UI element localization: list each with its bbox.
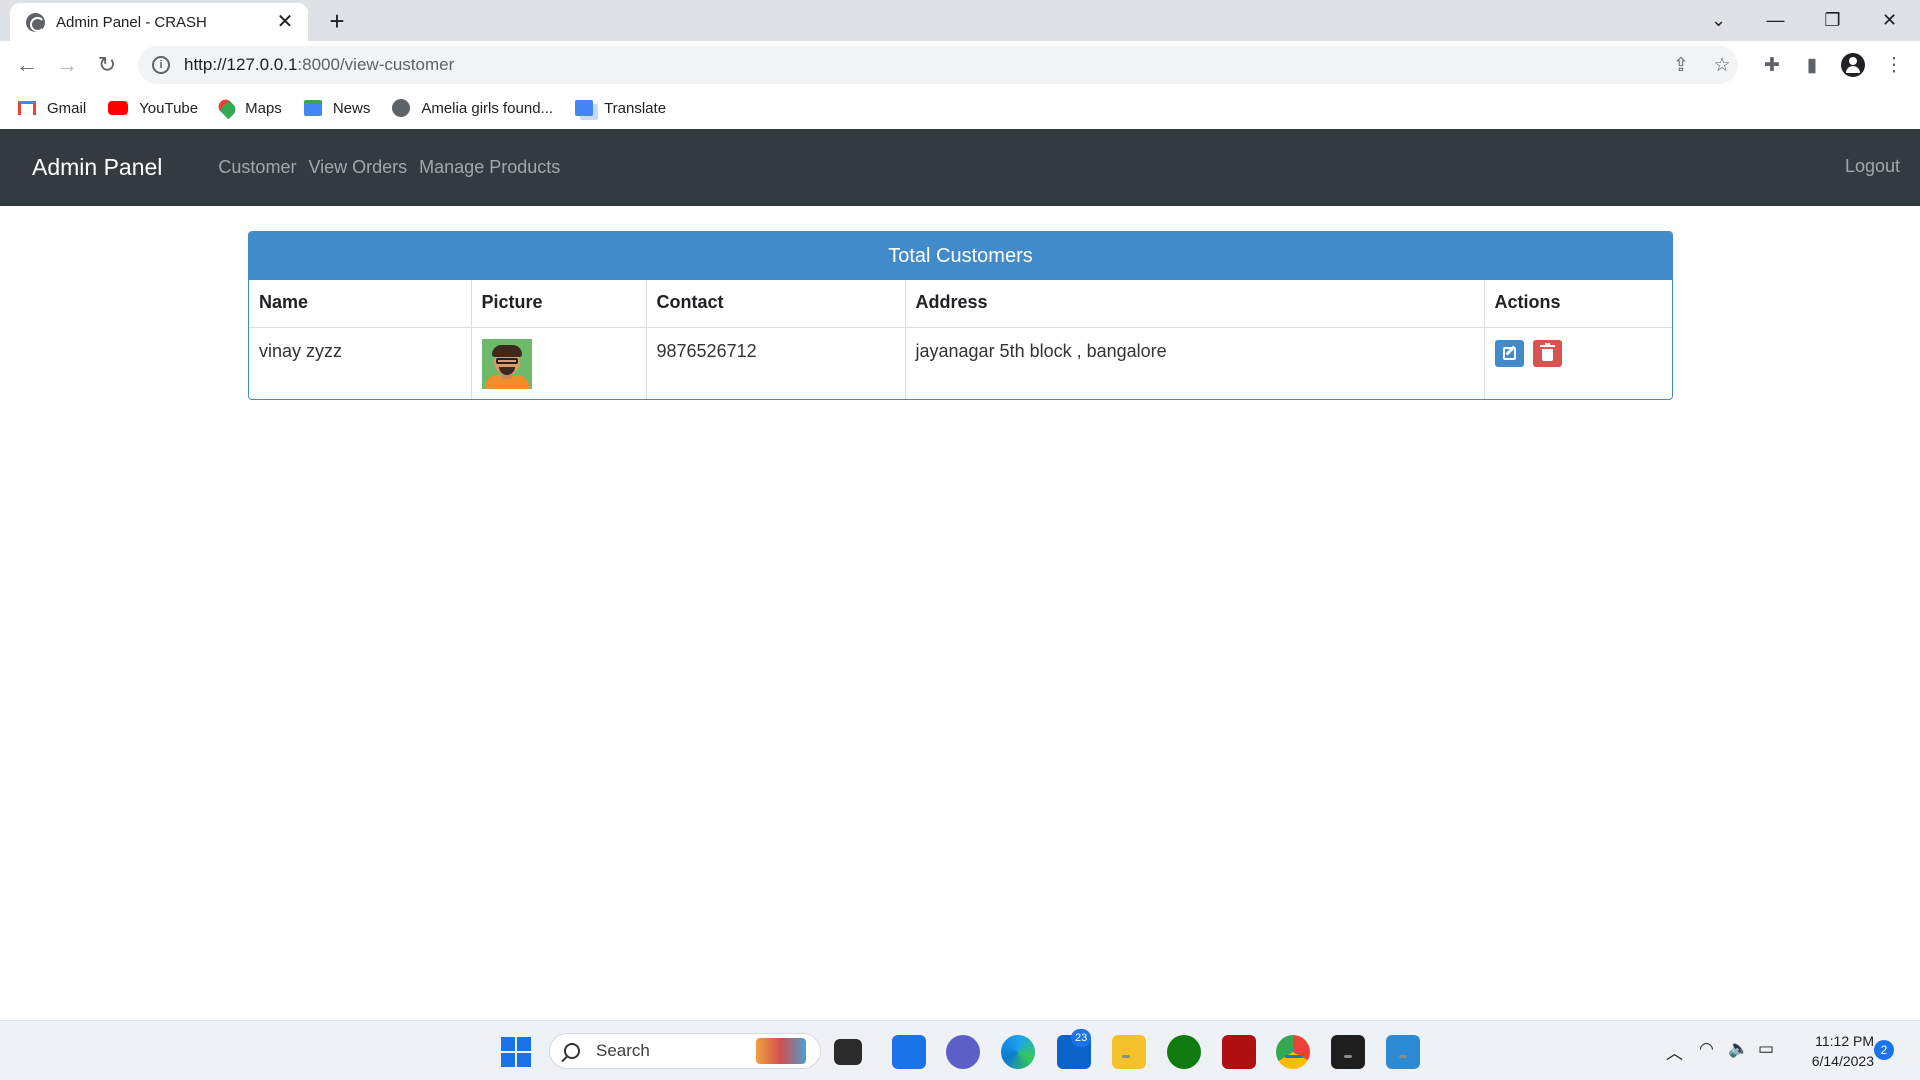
windows-taskbar: Search 23 ︿ ◠ 🔈 ▭ 11:12 PM 6/14/2023 2 bbox=[0, 1020, 1920, 1080]
customer-contact: 9876526712 bbox=[646, 327, 906, 399]
customers-card: Total Customers Name Picture Contact Add… bbox=[248, 231, 1673, 400]
translate-icon bbox=[575, 100, 594, 116]
tray-chevron-up-icon[interactable]: ︿ bbox=[1666, 1039, 1683, 1064]
search-icon bbox=[564, 1043, 580, 1059]
edit-icon bbox=[1502, 346, 1516, 360]
customer-avatar bbox=[481, 338, 532, 389]
minimize-button[interactable]: — bbox=[1747, 0, 1804, 40]
address-bar[interactable]: i http://127.0.0.1:8000/view-customer bbox=[138, 46, 1738, 84]
profile-avatar-icon[interactable] bbox=[1837, 49, 1869, 81]
customer-actions-cell bbox=[1484, 327, 1672, 399]
column-header-contact: Contact bbox=[646, 280, 906, 328]
column-header-address: Address bbox=[905, 280, 1485, 328]
reload-icon[interactable]: ↻ bbox=[91, 49, 123, 81]
clock-date: 6/14/2023 bbox=[1811, 1053, 1874, 1069]
bookmark-amelia[interactable]: Amelia girls found... bbox=[392, 99, 553, 117]
browser-tab-strip: Admin Panel - CRASH ✕ + ⌄ — ❐ ✕ bbox=[0, 0, 1920, 41]
card-title: Total Customers bbox=[249, 232, 1672, 280]
globe-icon bbox=[392, 99, 411, 117]
bookmark-gmail[interactable]: Gmail bbox=[18, 100, 86, 117]
clock-time: 11:12 PM bbox=[1815, 1033, 1874, 1049]
photos-running-indicator bbox=[1399, 1055, 1407, 1058]
delete-customer-button[interactable] bbox=[1532, 339, 1562, 367]
widgets-icon[interactable] bbox=[892, 1035, 926, 1069]
logout-link[interactable]: Logout bbox=[1845, 156, 1900, 177]
customer-name: vinay zyzz bbox=[249, 327, 472, 399]
file-explorer-icon[interactable] bbox=[1112, 1035, 1146, 1069]
bookmarks-bar: Gmail YouTube Maps News Amelia girls fou… bbox=[0, 90, 1920, 126]
tab-title: Admin Panel - CRASH bbox=[56, 13, 207, 31]
bookmark-youtube[interactable]: YouTube bbox=[108, 100, 198, 117]
admin-navbar: Admin Panel Customer View Orders Manage … bbox=[0, 129, 1920, 206]
column-header-actions: Actions bbox=[1484, 280, 1672, 328]
chrome-active-indicator bbox=[1285, 1055, 1303, 1058]
windows-start-icon[interactable] bbox=[501, 1037, 531, 1067]
edit-customer-button[interactable] bbox=[1494, 339, 1524, 367]
news-icon bbox=[303, 100, 322, 116]
column-header-picture: Picture bbox=[471, 280, 647, 328]
search-highlight-icon bbox=[756, 1038, 806, 1064]
site-info-icon[interactable]: i bbox=[152, 56, 170, 74]
xbox-icon[interactable] bbox=[1167, 1035, 1201, 1069]
trash-icon bbox=[1539, 342, 1555, 361]
notification-badge[interactable]: 2 bbox=[1874, 1040, 1894, 1060]
terminal-icon[interactable] bbox=[1331, 1035, 1365, 1069]
extensions-puzzle-icon[interactable]: ✚ bbox=[1756, 49, 1788, 81]
bookmark-star-icon[interactable]: ☆ bbox=[1706, 49, 1738, 81]
mail-badge: 23 bbox=[1071, 1029, 1092, 1047]
teams-chat-icon[interactable] bbox=[946, 1035, 980, 1069]
terminal-running-indicator bbox=[1344, 1055, 1352, 1058]
chrome-icon[interactable] bbox=[1276, 1035, 1310, 1069]
app-icon[interactable] bbox=[1222, 1035, 1256, 1069]
customer-picture-cell bbox=[471, 327, 647, 399]
url-text: http://127.0.0.1:8000/view-customer bbox=[184, 55, 455, 74]
task-view-icon[interactable] bbox=[834, 1039, 862, 1065]
globe-icon bbox=[26, 12, 45, 32]
table-header-row: Name Picture Contact Address Actions bbox=[249, 280, 1672, 328]
tab-close-button[interactable]: ✕ bbox=[274, 11, 296, 33]
browser-menu-icon[interactable]: ⋮ bbox=[1878, 49, 1910, 81]
taskbar-search-label: Search bbox=[596, 1041, 650, 1060]
taskbar-search-box[interactable]: Search bbox=[549, 1033, 821, 1069]
new-tab-button[interactable]: + bbox=[322, 6, 352, 36]
browser-toolbar: ← → ↻ i http://127.0.0.1:8000/view-custo… bbox=[0, 41, 1920, 90]
bookmark-news[interactable]: News bbox=[303, 100, 370, 117]
customers-table: Name Picture Contact Address Actions vin… bbox=[249, 280, 1672, 399]
column-header-name: Name bbox=[249, 280, 472, 328]
explorer-running-indicator bbox=[1122, 1055, 1130, 1058]
nav-link-view-orders[interactable]: View Orders bbox=[308, 157, 407, 178]
back-arrow-icon[interactable]: ← bbox=[11, 49, 43, 81]
taskbar-clock[interactable]: 11:12 PM 6/14/2023 bbox=[1794, 1031, 1874, 1071]
gmail-icon bbox=[18, 101, 36, 115]
table-row: vinay zyzz 9876526712 jayanagar 5th bloc… bbox=[249, 327, 1672, 399]
youtube-icon bbox=[108, 101, 129, 115]
bookmark-translate[interactable]: Translate bbox=[575, 100, 666, 117]
forward-arrow-icon[interactable]: → bbox=[51, 49, 83, 81]
edge-browser-icon[interactable] bbox=[1001, 1035, 1035, 1069]
close-window-button[interactable]: ✕ bbox=[1861, 0, 1918, 40]
browser-tab[interactable]: Admin Panel - CRASH ✕ bbox=[10, 3, 308, 41]
volume-icon[interactable]: 🔈 bbox=[1728, 1039, 1749, 1059]
nav-link-customer[interactable]: Customer bbox=[218, 157, 296, 178]
nav-link-manage-products[interactable]: Manage Products bbox=[419, 157, 560, 178]
customer-address: jayanagar 5th block , bangalore bbox=[905, 327, 1485, 399]
navbar-brand[interactable]: Admin Panel bbox=[32, 154, 162, 181]
battery-icon[interactable]: ▭ bbox=[1758, 1039, 1774, 1059]
restore-button[interactable]: ❐ bbox=[1804, 0, 1861, 40]
maps-icon bbox=[215, 96, 239, 120]
photos-icon[interactable] bbox=[1386, 1035, 1420, 1069]
wifi-icon[interactable]: ◠ bbox=[1699, 1039, 1714, 1059]
bookmark-maps[interactable]: Maps bbox=[215, 96, 282, 120]
tab-search-chevron-icon[interactable]: ⌄ bbox=[1690, 0, 1747, 40]
share-icon[interactable]: ⇪ bbox=[1665, 49, 1697, 81]
side-panel-icon[interactable]: ▮ bbox=[1796, 49, 1828, 81]
